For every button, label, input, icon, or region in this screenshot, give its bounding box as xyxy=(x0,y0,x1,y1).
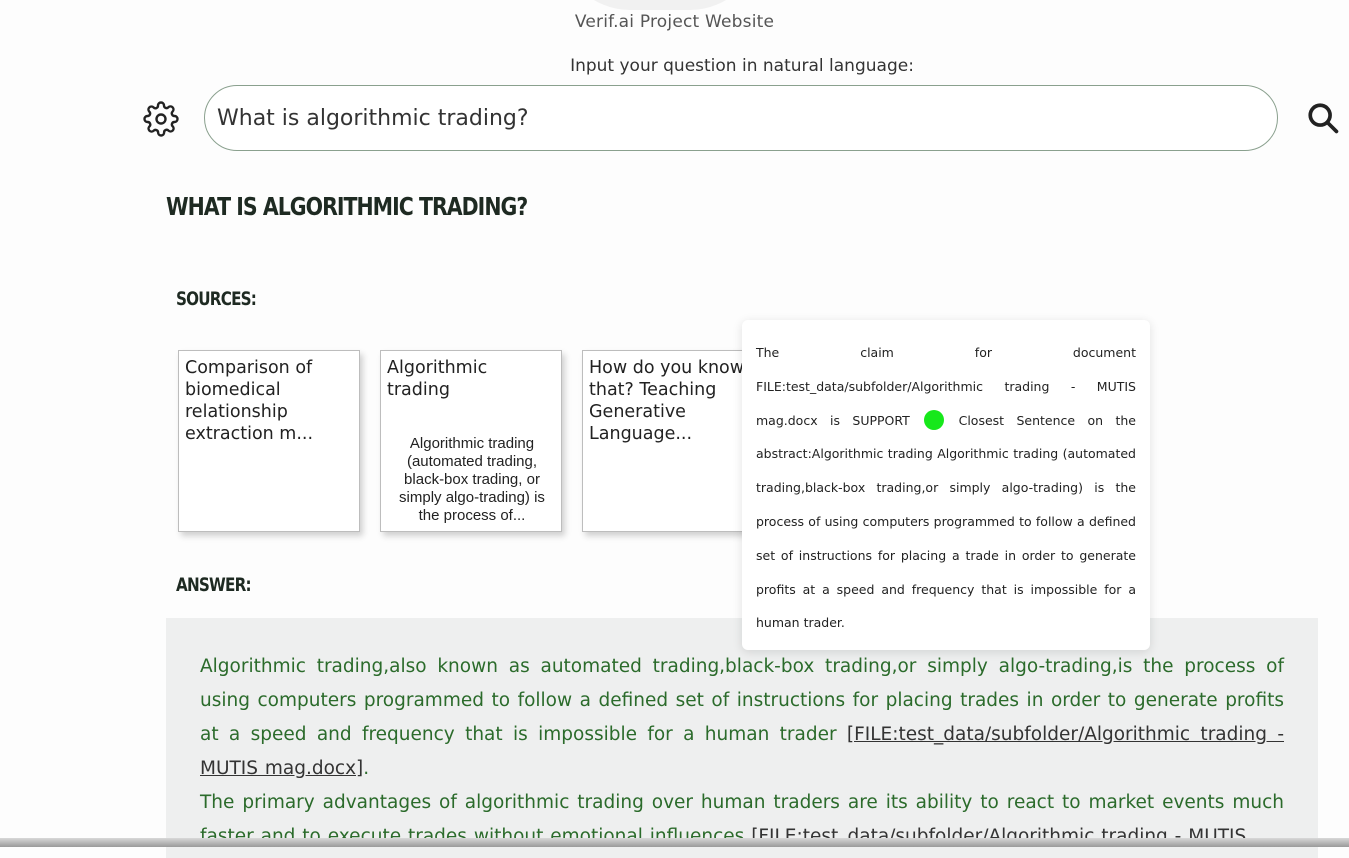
settings-button[interactable] xyxy=(143,101,179,137)
answer-punctuation: . xyxy=(363,758,370,779)
tooltip-closest-sentence: Closest Sentence on the abstract:Algorit… xyxy=(756,412,1136,631)
answer-text: Algorithmic trading,also known as automa… xyxy=(200,650,1284,854)
claim-verification-tooltip: The claim for document FILE:test_data/su… xyxy=(742,320,1150,650)
search-icon xyxy=(1308,103,1339,134)
source-card-title: Comparison of biomedical relationship ex… xyxy=(185,358,314,444)
source-card[interactable]: How do you know that? Teaching Generativ… xyxy=(582,350,764,532)
question-prompt-label: Input your question in natural language: xyxy=(570,56,914,76)
sources-label: Sources: xyxy=(176,288,257,310)
search-button[interactable] xyxy=(1306,101,1340,135)
search-input[interactable] xyxy=(204,85,1278,151)
logo-arc xyxy=(560,0,760,10)
source-card[interactable]: Comparison of biomedical relationship ex… xyxy=(178,350,360,532)
source-card-title: How do you know that? Teaching Generativ… xyxy=(589,358,745,444)
support-status-dot xyxy=(924,409,945,430)
source-card-title: Algorithmic trading xyxy=(387,358,488,400)
window-bottom-edge xyxy=(0,838,1349,847)
question-heading: What is algorithmic trading? xyxy=(166,192,528,221)
answer-label: Answer: xyxy=(176,574,252,596)
site-title[interactable]: Verif.ai Project Website xyxy=(0,12,1349,32)
gear-icon xyxy=(143,101,179,137)
source-card[interactable]: Algorithmic trading Algorithmic trading … xyxy=(380,350,562,532)
source-card-description: Algorithmic trading (automated trading, … xyxy=(399,435,545,524)
answer-paragraph: Algorithmic trading,also known as automa… xyxy=(200,650,1284,786)
